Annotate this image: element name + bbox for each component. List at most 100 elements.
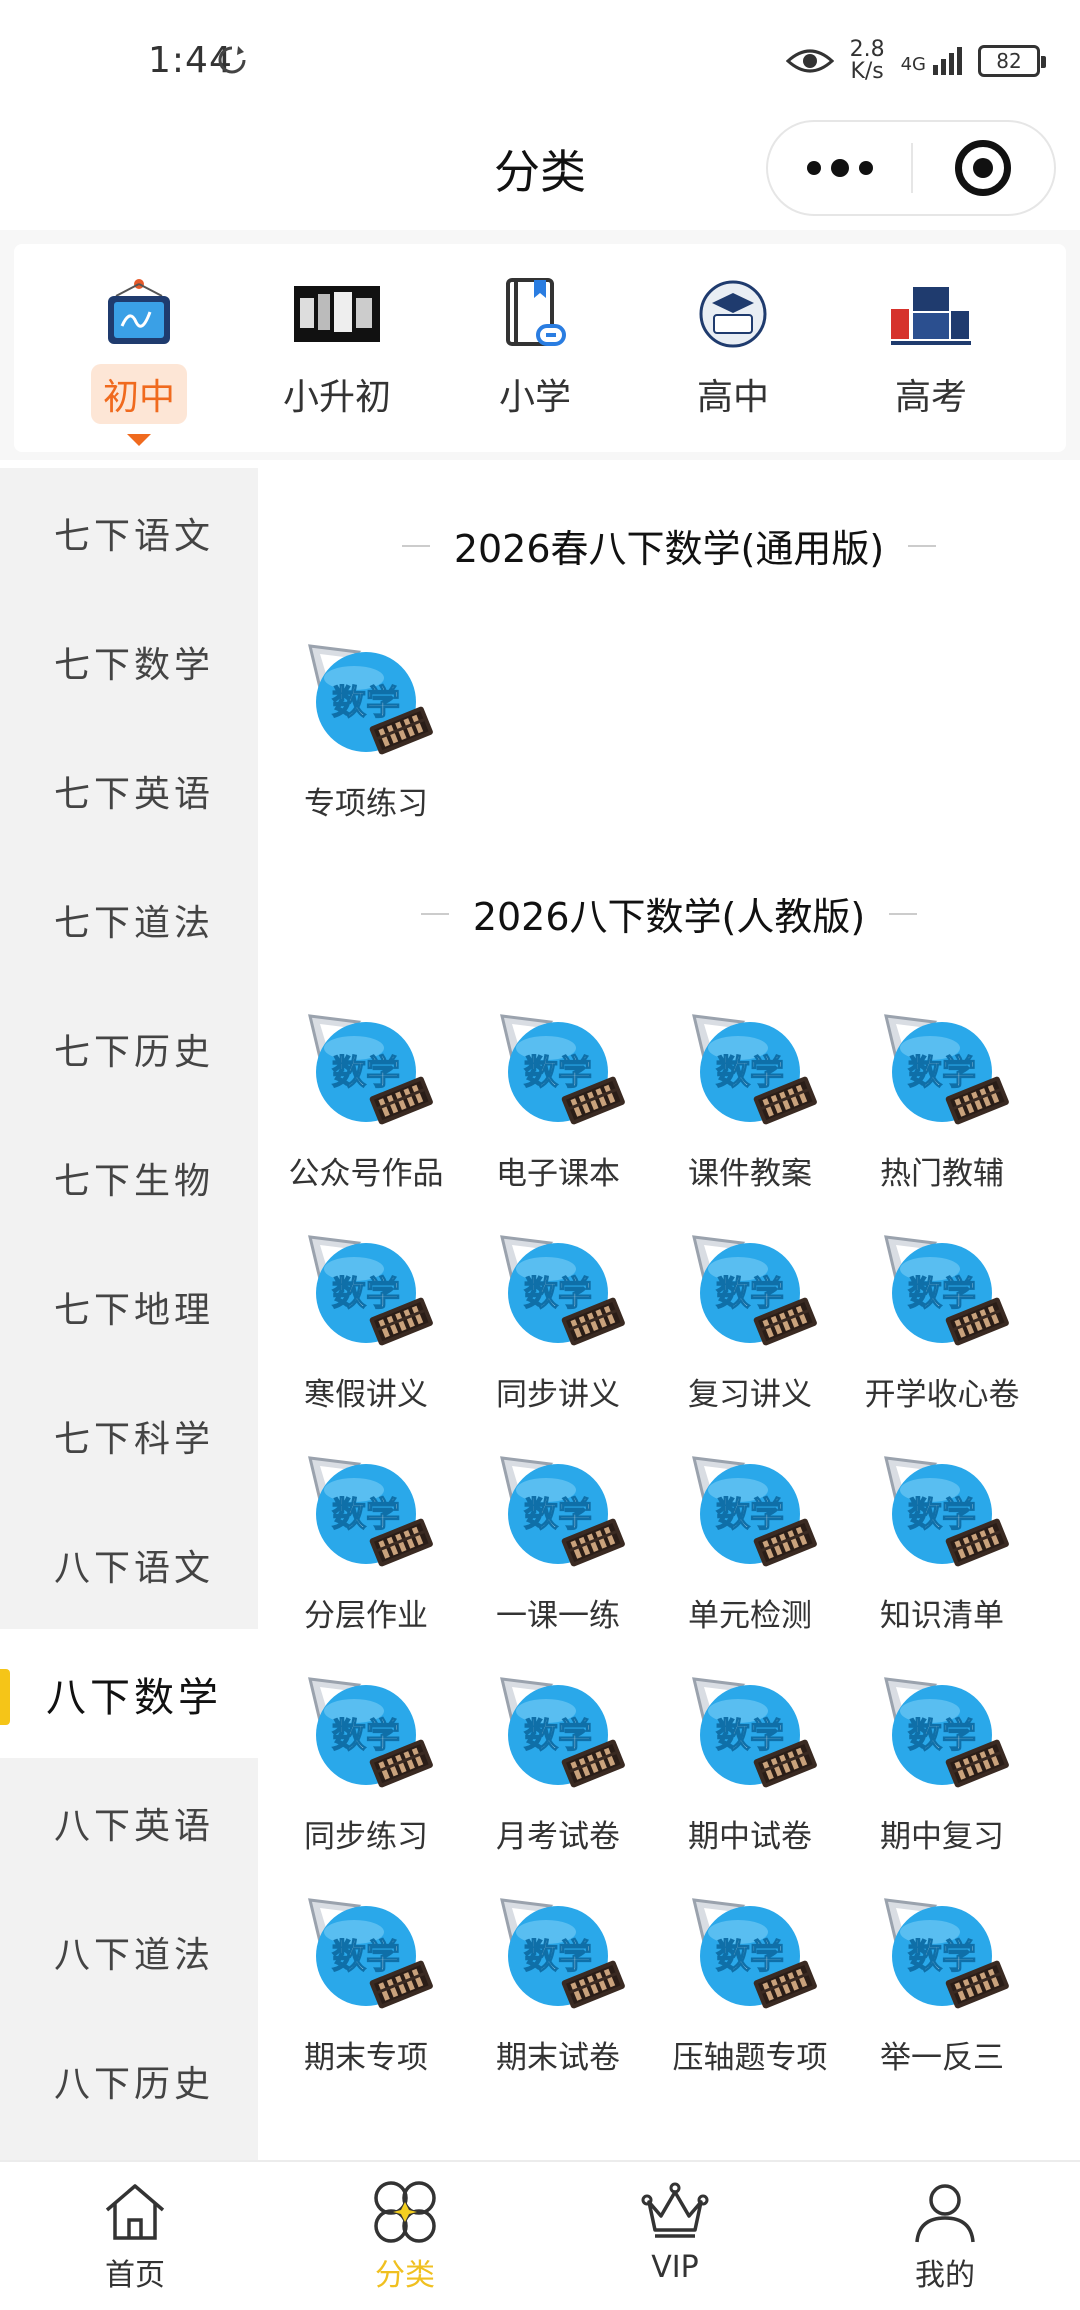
more-button[interactable] <box>768 122 911 214</box>
math-icon: 数学 <box>488 1450 628 1580</box>
math-subject-icon: 数学 <box>692 1456 817 1567</box>
category-tab-junior-high[interactable]: 初中 <box>54 274 224 446</box>
math-icon: 数学 <box>488 1892 628 2022</box>
sidebar-item[interactable]: 七下语文 <box>0 468 258 597</box>
sidebar-item[interactable]: 七下地理 <box>0 1242 258 1371</box>
tab-label: 我的 <box>915 2258 975 2293</box>
eye-icon <box>785 49 834 73</box>
math-icon-text: 数学 <box>716 1274 784 1314</box>
math-icon-text: 数学 <box>332 683 400 723</box>
resource-tile-label: 专项练习 <box>304 786 428 822</box>
resource-tile-label: 寒假讲义 <box>304 1377 428 1413</box>
math-icon: 数学 <box>488 1671 628 1801</box>
resource-tile-label: 期末专项 <box>304 2040 428 2076</box>
resource-tile[interactable]: 数学 专项练习 <box>270 638 462 823</box>
sync-icon <box>218 46 246 74</box>
resource-tile[interactable]: 数学 电子课本 <box>462 1008 654 1193</box>
resource-tile[interactable]: 数学 压轴题专项 <box>654 1892 846 2077</box>
tab-label: 首页 <box>105 2258 165 2293</box>
math-icon: 数学 <box>296 638 436 768</box>
resource-tile-label: 期中复习 <box>880 1819 1004 1855</box>
sidebar-item[interactable]: 七下英语 <box>0 726 258 855</box>
more-dot-icon <box>830 159 849 177</box>
resource-tile-label: 期中试卷 <box>688 1819 812 1855</box>
category-label: 小学 <box>498 377 571 418</box>
sidebar-item[interactable]: 七下科学 <box>0 1371 258 1500</box>
resource-tile-label: 公众号作品 <box>288 1156 444 1192</box>
math-icon-text: 数学 <box>524 1716 592 1756</box>
category-tab-primary-to-junior[interactable]: 小升初 <box>252 274 422 424</box>
sidebar-item[interactable]: 八下英语 <box>0 1758 258 1887</box>
network-type: 4G <box>900 54 926 75</box>
sidebar-item[interactable]: 七下历史 <box>0 984 258 1113</box>
resource-tile[interactable]: 数学单元检测 <box>654 1450 846 1635</box>
resource-tile[interactable]: 数学期末试卷 <box>462 1892 654 2077</box>
math-icon-text: 数学 <box>524 1495 592 1535</box>
resource-tile-label: 开学收心卷 <box>864 1377 1020 1413</box>
resource-tile-label: 单元检测 <box>688 1598 812 1634</box>
math-subject-icon: 数学 <box>500 1898 625 2009</box>
resource-tile-label: 举一反三 <box>880 2040 1004 2076</box>
resource-tile[interactable]: 数学 课件教案 <box>654 1008 846 1193</box>
resource-tile[interactable]: 数学开学收心卷 <box>846 1229 1038 1414</box>
math-icon-text: 数学 <box>332 1053 400 1093</box>
math-subject-icon: 数学 <box>308 1677 433 1788</box>
battery-level: 82 <box>996 49 1022 73</box>
math-icon-text: 数学 <box>908 1937 976 1977</box>
tile-grid: 数学 公众号作品 数学 电子课本 数学 课件教案 数学 热门教辅 数学 寒假讲义 数学 同步讲义 数学复… <box>270 1008 1070 2077</box>
sidebar-item[interactable]: 七下道法 <box>0 855 258 984</box>
sidebar-item-active[interactable]: 八下数学 <box>0 1629 258 1758</box>
math-icon: 数学 <box>296 1008 436 1138</box>
resource-tile[interactable]: 数学 期中复习 <box>846 1671 1038 1856</box>
math-icon: 数学 <box>872 1229 1012 1359</box>
math-subject-icon: 数学 <box>884 1235 1009 1346</box>
category-tab-primary[interactable]: 小学 <box>450 274 620 424</box>
resource-tile[interactable]: 数学 期末专项 <box>270 1892 462 2077</box>
resource-tile[interactable]: 数学 期中试卷 <box>654 1671 846 1856</box>
sidebar-item[interactable]: 八下语文 <box>0 1500 258 1629</box>
mini-program-capsule <box>766 120 1056 216</box>
math-icon: 数学 <box>680 1008 820 1138</box>
resource-tile-label: 一课一练 <box>496 1598 620 1634</box>
resource-tile-label: 期末试卷 <box>496 2040 620 2076</box>
resource-tile[interactable]: 数学 分层作业 <box>270 1450 462 1635</box>
math-icon: 数学 <box>680 1671 820 1801</box>
resource-tile[interactable]: 数学 同步讲义 <box>462 1229 654 1414</box>
sidebar-item[interactable]: 七下数学 <box>0 597 258 726</box>
sidebar-item[interactable]: 八下历史 <box>0 2016 258 2145</box>
resource-tile[interactable]: 数学 热门教辅 <box>846 1008 1038 1193</box>
math-subject-icon: 数学 <box>692 1898 817 2009</box>
title-bar: 分类 <box>0 120 1080 230</box>
resource-tile[interactable]: 数学 复习讲义 <box>654 1229 846 1414</box>
close-button[interactable] <box>913 122 1054 214</box>
resource-tile[interactable]: 数学 同步练习 <box>270 1671 462 1856</box>
math-icon-text: 数学 <box>524 1274 592 1314</box>
math-subject-icon: 数学 <box>500 1235 625 1346</box>
category-tab-gaokao[interactable]: 高考 <box>846 274 1016 424</box>
resource-tile[interactable]: 数学 知识清单 <box>846 1450 1038 1635</box>
resource-tile[interactable]: 数学 月考试卷 <box>462 1671 654 1856</box>
status-bar: 1:44 2.8 K/s 4G 82 <box>0 0 1080 120</box>
math-subject-icon: 数学 <box>884 1014 1009 1125</box>
math-icon: 数学 <box>872 1450 1012 1580</box>
tab-vip[interactable]: VIP <box>540 2162 810 2310</box>
math-icon: 数学 <box>680 1450 820 1580</box>
tab-profile[interactable]: 我的 <box>810 2162 1080 2310</box>
sidebar-item[interactable]: 七下生物 <box>0 1113 258 1242</box>
tab-home[interactable]: 首页 <box>0 2162 270 2310</box>
more-dot-icon <box>858 161 873 175</box>
resource-tile[interactable]: 数学 一课一练 <box>462 1450 654 1635</box>
math-icon-text: 数学 <box>716 1716 784 1756</box>
sidebar-item[interactable]: 八下道法 <box>0 1887 258 2016</box>
resource-tile[interactable]: 数学 公众号作品 <box>270 1008 462 1193</box>
math-subject-icon: 数学 <box>884 1898 1009 2009</box>
book-link-icon <box>490 274 580 354</box>
category-tab-senior-high[interactable]: 高中 <box>648 274 818 424</box>
resource-tile[interactable]: 数学 寒假讲义 <box>270 1229 462 1414</box>
math-subject-icon: 数学 <box>500 1677 625 1788</box>
tab-category[interactable]: 分类 <box>270 2162 540 2310</box>
category-label: 高中 <box>696 377 769 418</box>
math-subject-icon: 数学 <box>692 1235 817 1346</box>
category-panel: 初中 小升初 小学 高中 高考 <box>14 244 1066 452</box>
resource-tile[interactable]: 数学 举一反三 <box>846 1892 1038 2077</box>
